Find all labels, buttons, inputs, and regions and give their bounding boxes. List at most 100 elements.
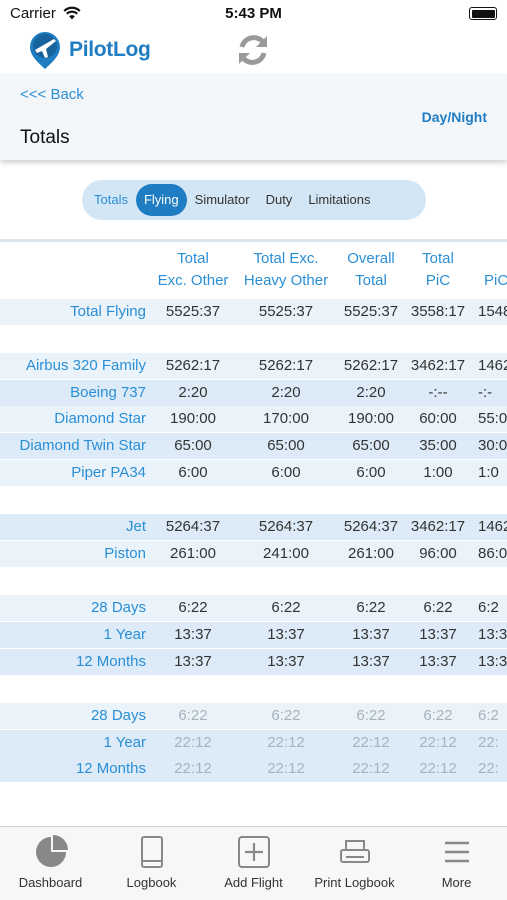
table-cell: 6:22 [178,707,208,724]
column-header: PiC PiC [484,248,507,292]
row-label: Jet [125,518,146,535]
hamburger-icon [444,841,469,863]
table-row: Airbus 320 Family 5262:17 5262:17 5262:17 34… [0,353,507,379]
table-cell: 22:12 [174,760,212,777]
row-label: Boeing 737 [70,384,146,401]
table-row: Piston 261:00 241:00 261:00 96:00 86:0 [0,541,507,567]
table-cell: 22:12 [419,760,457,777]
printer-icon [339,840,370,863]
column-header-line: Total [177,250,209,267]
table-cell: 13:37 [352,653,390,670]
table-cell: 65:00 [174,437,212,454]
segment-flying[interactable]: Flying [135,184,187,216]
table-row: 12 Months 22:12 22:12 22:12 22:12 22: [0,756,507,782]
table-cell: 1548 [478,303,507,320]
page-title: Totals [20,127,70,148]
table-cell: 190:00 [170,410,216,427]
table-row: 1 Year 22:12 22:12 22:12 22:12 22: [0,730,507,756]
row-label: Total Flying [70,303,146,320]
tab-label: More [441,875,472,890]
table-cell: 13:3 [478,653,507,670]
table-row: Piper PA34 6:00 6:00 6:00 1:00 1:0 [0,460,507,486]
column-header-line: Heavy Other [243,272,329,289]
tab-label: Logbook [126,875,177,890]
row-label: 28 Days [90,599,146,616]
table-row: 28 Days 6:22 6:22 6:22 6:22 6:2 [0,595,507,621]
table-cell: 5525:37 [343,303,399,320]
table-cell: 6:22 [178,599,208,616]
table-row: 12 Months 13:37 13:37 13:37 13:37 13:3 [0,649,507,675]
row-label: 12 Months [75,653,146,670]
tab-label: Dashboard [18,875,83,890]
table-cell: 13:37 [267,626,305,643]
row-label: Airbus 320 Family [25,357,146,374]
table-cell: 13:3 [478,626,507,643]
table-row: 28 Days 6:22 6:22 6:22 6:22 6:2 [0,703,507,729]
table-cell: 1462 [478,518,507,535]
column-header-line: Exc. Other [157,272,229,289]
table-cell: 6:22 [423,707,453,724]
row-label: 12 Months [75,760,146,777]
back-button[interactable]: <<< Back [20,86,84,103]
table-cell: 170:00 [263,410,309,427]
table-row: Jet 5264:37 5264:37 5264:37 3462:17 1462 [0,514,507,540]
row-label: Piper PA34 [71,464,146,481]
table-cell: 261:00 [348,545,394,562]
totals-segmented-control: Totals Flying Simulator Duty Limitations [82,180,426,220]
app-name: PilotLog [69,38,151,61]
column-header-line: Total Exc. [253,250,319,267]
table-cell: 5262:17 [343,357,399,374]
tab-label: Print Logbook [314,875,395,890]
tab-print-logbook[interactable]: Print Logbook [304,827,405,900]
table-cell: 13:37 [352,626,390,643]
table-cell: 86:0 [478,545,507,562]
tab-more[interactable]: More [406,827,507,900]
table-cell: 5264:37 [258,518,314,535]
table-cell: 5264:37 [343,518,399,535]
sync-icon[interactable] [233,30,273,70]
column-header: Total PiC [408,248,468,292]
book-icon [140,836,163,868]
table-cell: 3462:17 [410,518,466,535]
table-cell: 6:2 [478,599,499,616]
table-row: Boeing 737 2:20 2:20 2:20 -:-- -:- [0,380,507,406]
pilotlog-logo-icon [30,32,60,69]
table-cell: -:- [478,384,493,401]
day-night-toggle[interactable]: Day/Night [422,109,487,125]
totals-table[interactable]: Total Exc. Other Total Exc. Heavy Other … [0,244,507,826]
table-cell: 3558:17 [410,303,466,320]
pie-chart-icon [35,835,68,867]
table-cell: 241:00 [263,545,309,562]
status-bar: Carrier 5:43 PM [0,0,507,28]
tab-add-flight[interactable]: Add Flight [203,827,304,900]
tab-logbook[interactable]: Logbook [101,827,202,900]
table-cell: 60:00 [419,410,457,427]
table-cell: 22:12 [174,734,212,751]
tab-dashboard[interactable]: Dashboard [0,827,101,900]
table-cell: 5262:17 [165,357,221,374]
table-cell: 22:12 [352,734,390,751]
row-label: 1 Year [103,734,146,751]
segment-limitations[interactable]: Limitations [300,184,378,216]
column-header: Total Exc. Other [152,248,234,292]
column-header: Total Exc. Heavy Other [238,248,334,292]
segment-duty[interactable]: Duty [258,184,301,216]
add-square-icon [237,836,270,868]
table-row: 1 Year 13:37 13:37 13:37 13:37 13:3 [0,622,507,648]
table-cell: 22:12 [267,760,305,777]
row-label: 1 Year [103,626,146,643]
table-cell: -:-- [428,384,448,401]
row-label: Diamond Star [54,410,146,427]
table-cell: 2:20 [178,384,208,401]
table-cell: 261:00 [170,545,216,562]
table-cell: 5525:37 [165,303,221,320]
column-header: Overall Total [338,248,404,292]
table-cell: 22: [478,760,499,777]
segment-totals[interactable]: Totals [86,184,136,216]
row-label: Piston [104,545,146,562]
tab-label: Add Flight [224,875,283,890]
column-header-line: Overall [347,250,395,267]
segment-simulator[interactable]: Simulator [187,184,258,216]
table-cell: 6:00 [271,464,301,481]
table-cell: 5262:17 [258,357,314,374]
